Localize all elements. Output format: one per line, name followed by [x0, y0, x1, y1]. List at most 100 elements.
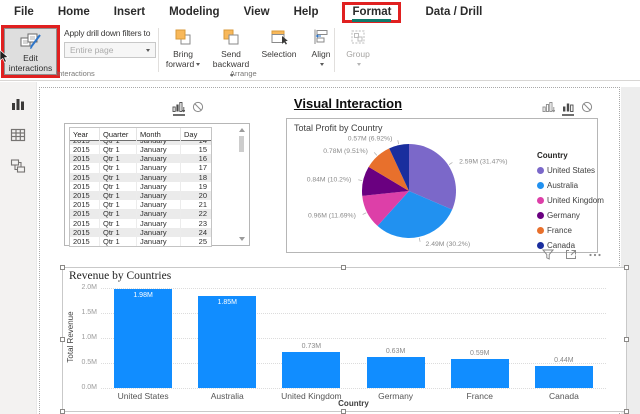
- legend-item[interactable]: United Kingdom: [537, 195, 604, 205]
- legend-item[interactable]: United States: [537, 165, 604, 175]
- highlight-interaction-icon[interactable]: [562, 101, 574, 116]
- table-row[interactable]: 2015 Qtr 1 January 19: [70, 181, 211, 191]
- bar[interactable]: 1.85M: [198, 295, 257, 388]
- tab-help[interactable]: Help: [294, 6, 319, 18]
- y-axis-tick-label: 0.0M: [81, 384, 97, 391]
- table-cell: Qtr 1: [100, 145, 137, 155]
- resize-handle[interactable]: [341, 409, 346, 414]
- model-view-icon[interactable]: [9, 157, 27, 175]
- tab-format[interactable]: Format: [352, 6, 391, 22]
- table-row[interactable]: 2015 Qtr 1 January 22: [70, 209, 211, 219]
- table-row[interactable]: 2015 Qtr 1 January 25: [70, 236, 211, 247]
- focus-mode-icon[interactable]: [565, 249, 577, 260]
- none-interaction-icon[interactable]: [581, 101, 593, 116]
- report-canvas[interactable]: Visual Interaction Year Quarter Month Da…: [37, 82, 640, 414]
- gridline: [101, 313, 606, 314]
- group-button[interactable]: Group: [342, 27, 374, 80]
- ribbon-tab-bar: File Home Insert Modeling View Help Form…: [0, 0, 640, 24]
- resize-handle[interactable]: [60, 265, 65, 270]
- pie-data-label: 0.57M (6.92%): [348, 135, 393, 142]
- bar[interactable]: [534, 366, 593, 388]
- table-column-header[interactable]: Quarter: [100, 128, 137, 141]
- tab-insert[interactable]: Insert: [114, 6, 145, 18]
- table-cell: January: [137, 145, 181, 155]
- table-column-header[interactable]: Month: [137, 128, 181, 141]
- page-title-textbox[interactable]: Visual Interaction: [248, 96, 448, 111]
- bar[interactable]: [366, 356, 425, 388]
- data-view-icon[interactable]: [9, 126, 27, 144]
- table-cell: January: [137, 163, 181, 173]
- table-cell: Qtr 1: [100, 236, 137, 247]
- legend-dot-icon: [537, 166, 544, 174]
- date-table-visual[interactable]: YearQuarterMonthDay 2015Qtr 1January1420…: [64, 123, 250, 248]
- table-scrollbar[interactable]: [238, 128, 246, 241]
- table-row[interactable]: 2015 Qtr 1 January 24: [70, 227, 211, 237]
- table-cell: Qtr 1: [100, 181, 137, 191]
- table-row[interactable]: 2015 Qtr 1 January 16: [70, 154, 211, 164]
- table-row[interactable]: 2015 Qtr 1 January 21: [70, 200, 211, 210]
- scrollbar-thumb[interactable]: [239, 136, 244, 152]
- report-view-icon[interactable]: [9, 95, 27, 113]
- selection-button[interactable]: Selection: [258, 27, 300, 80]
- table-column-header[interactable]: Year: [70, 128, 100, 141]
- table-row[interactable]: 2015 Qtr 1 January 18: [70, 172, 211, 182]
- chevron-down-icon: [196, 63, 201, 67]
- edit-interactions-button[interactable]: Edit interactions: [4, 28, 57, 75]
- tab-file[interactable]: File: [14, 6, 34, 18]
- legend-label: Australia: [547, 180, 579, 190]
- table-cell: Qtr 1: [100, 227, 137, 237]
- tab-view[interactable]: View: [244, 6, 270, 18]
- table-cell: 22: [198, 209, 207, 219]
- bar[interactable]: 1.98M: [114, 289, 173, 388]
- table-cell: 2015: [70, 218, 100, 228]
- resize-handle[interactable]: [624, 265, 629, 270]
- filter-interaction-icon[interactable]: [542, 101, 555, 116]
- filter-interaction-icon[interactable]: [172, 101, 185, 116]
- pie-data-label: 2.49M (30.2%): [426, 241, 471, 248]
- table-cell: 2015: [70, 172, 100, 182]
- resize-handle[interactable]: [624, 337, 629, 342]
- bar-chart-visual[interactable]: Revenue by Countries Total Revenue 0.0M 0…: [60, 265, 629, 414]
- legend-dot-icon: [537, 196, 544, 204]
- none-interaction-icon[interactable]: [192, 101, 204, 116]
- bar[interactable]: [282, 351, 341, 388]
- arrange-group-label: Arrange: [230, 69, 257, 78]
- table-row[interactable]: 2015 Qtr 1 January 17: [70, 163, 211, 173]
- resize-handle[interactable]: [60, 409, 65, 414]
- resize-handle[interactable]: [624, 409, 629, 414]
- scroll-down-arrow-icon[interactable]: [239, 237, 245, 241]
- drill-scope-dropdown[interactable]: Entire page: [64, 42, 156, 58]
- mouse-cursor-icon: [0, 50, 10, 63]
- powerbi-window: File Home Insert Modeling View Help Form…: [0, 0, 640, 414]
- align-button[interactable]: Align: [306, 27, 336, 80]
- table-row[interactable]: 2015 Qtr 1 January 20: [70, 190, 211, 201]
- resize-handle[interactable]: [341, 265, 346, 270]
- bring-forward-button[interactable]: Bring forward: [162, 27, 204, 80]
- resize-handle[interactable]: [60, 337, 65, 342]
- table-cell: Qtr 1: [100, 172, 137, 182]
- ribbon-group-divider: [334, 28, 335, 72]
- table-cell: January: [137, 190, 181, 201]
- legend-title: Country: [537, 151, 568, 160]
- filter-funnel-icon[interactable]: [542, 249, 554, 260]
- bar-data-label: 1.98M: [133, 292, 153, 299]
- table-header-row: Year Quarter Month Day: [70, 128, 211, 141]
- tab-home[interactable]: Home: [58, 6, 90, 18]
- tab-modeling[interactable]: Modeling: [169, 6, 219, 18]
- table-cell: 2015: [70, 181, 100, 191]
- table-row[interactable]: 2015 Qtr 1 January 23: [70, 218, 211, 228]
- table-cell: Qtr 1: [100, 209, 137, 219]
- legend-item[interactable]: Australia: [537, 180, 604, 190]
- table-column-header[interactable]: Day: [181, 128, 211, 141]
- bar[interactable]: [450, 358, 509, 388]
- tab-data-drill[interactable]: Data / Drill: [425, 6, 482, 18]
- table-row[interactable]: 2015 Qtr 1 January 15: [70, 145, 211, 155]
- scroll-up-arrow-icon[interactable]: [239, 128, 245, 132]
- pie-chart-visual[interactable]: Total Profit by Country 2.59M (31.47%) 2.…: [286, 118, 604, 253]
- more-options-icon[interactable]: [588, 249, 602, 260]
- table-cell: January: [137, 218, 181, 228]
- legend-item[interactable]: Germany: [537, 210, 604, 220]
- legend-item[interactable]: France: [537, 225, 604, 235]
- callout-leader-line: [448, 162, 453, 165]
- legend-dot-icon: [537, 211, 544, 219]
